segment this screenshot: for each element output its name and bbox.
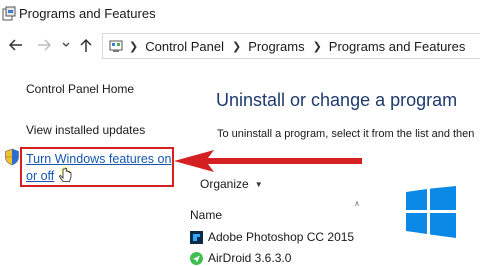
window-title: Programs and Features — [19, 6, 156, 21]
breadcrumb-programs-and-features[interactable]: Programs and Features — [329, 39, 466, 54]
list-item[interactable]: Adobe Photoshop CC 2015 — [190, 228, 354, 246]
chevron-right-icon: ❯ — [232, 40, 242, 53]
page-description: To uninstall a program, select it from t… — [217, 128, 475, 140]
recent-locations-button[interactable] — [60, 35, 72, 55]
view-installed-updates-link[interactable]: View installed updates — [26, 123, 145, 137]
left-pane: Control Panel Home View installed update… — [0, 60, 190, 266]
caret-down-icon: ▼ — [254, 179, 263, 189]
organize-button[interactable]: Organize — [200, 177, 249, 191]
control-panel-home-link[interactable]: Control Panel Home — [26, 82, 134, 96]
up-button[interactable] — [76, 35, 96, 55]
photoshop-icon — [190, 230, 203, 244]
sort-caret-icon: ∧ — [354, 199, 360, 208]
page-title: Uninstall or change a program — [216, 90, 458, 110]
program-name: AirDroid 3.6.3.0 — [208, 251, 292, 265]
forward-button[interactable] — [34, 35, 54, 55]
windows-logo-icon — [406, 186, 456, 238]
chevron-right-icon: ❯ — [312, 40, 322, 53]
hand-cursor-icon — [59, 166, 72, 182]
programs-features-icon — [2, 6, 16, 21]
list-item[interactable]: AirDroid 3.6.3.0 — [190, 249, 291, 266]
arrow-left-icon — [9, 39, 22, 51]
control-panel-icon — [109, 40, 123, 52]
arrow-up-icon — [80, 38, 92, 52]
airdroid-icon — [190, 251, 203, 265]
column-header-name[interactable]: Name — [190, 208, 222, 222]
breadcrumb-programs[interactable]: Programs — [248, 39, 304, 54]
arrow-right-icon — [38, 39, 51, 51]
program-name: Adobe Photoshop CC 2015 — [208, 230, 355, 244]
turn-windows-features-link[interactable]: Turn Windows features on or off — [26, 151, 176, 185]
breadcrumb-control-panel[interactable]: Control Panel — [145, 39, 224, 54]
shield-icon — [5, 148, 19, 166]
title-bar: Programs and Features — [0, 0, 480, 30]
red-arrow-annotation — [174, 150, 362, 172]
chevron-down-icon — [62, 42, 70, 47]
navigation-bar: ❯ Control Panel ❯ Programs ❯ Programs an… — [0, 30, 480, 60]
chevron-right-icon: ❯ — [129, 40, 139, 53]
address-bar[interactable]: ❯ Control Panel ❯ Programs ❯ Programs an… — [102, 33, 480, 59]
back-button[interactable] — [6, 35, 26, 55]
